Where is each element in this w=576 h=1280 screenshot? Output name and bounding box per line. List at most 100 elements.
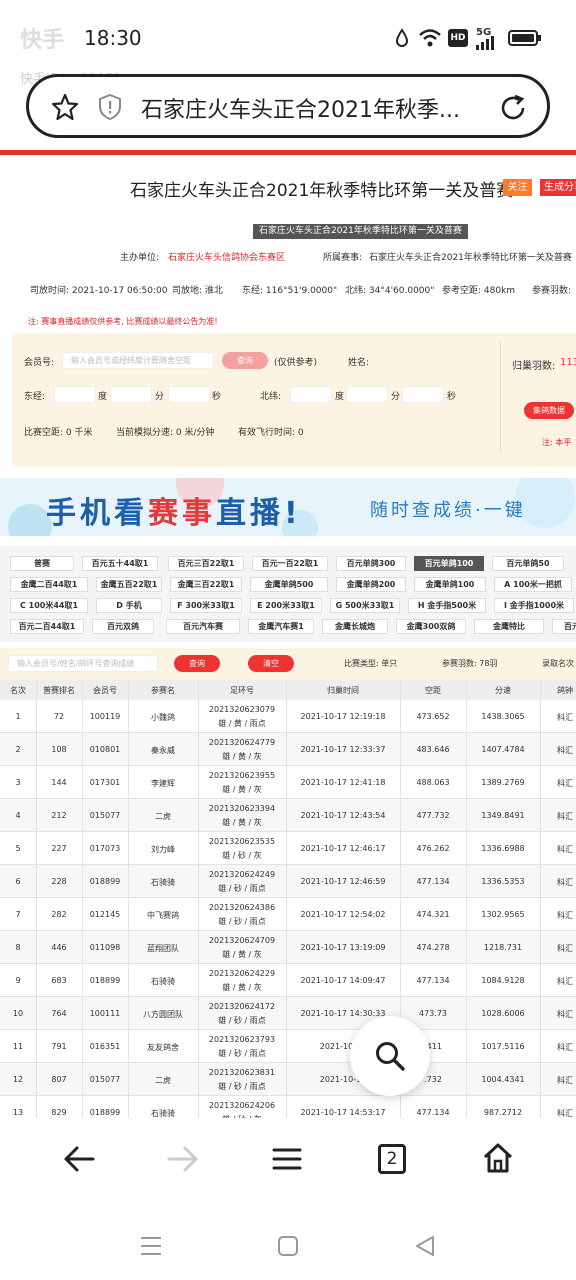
recent-apps-icon[interactable] [140, 1236, 162, 1256]
tabs-counter-button[interactable]: 2 [378, 1144, 406, 1174]
lat-deg-input[interactable] [290, 386, 332, 403]
table-row[interactable]: 2 108 010801 秦永威 2021320624779 雄 / 黄 / 灰 2021-… [0, 733, 576, 766]
table-header: 名次 普赛排名 会员号 参赛名 足环号 归巢时间 空距 分速 鸽钟 [0, 680, 576, 700]
member-query-button[interactable]: 查询 [222, 352, 268, 369]
lat-sec-input[interactable] [402, 386, 444, 403]
category-tab[interactable]: A 100米一把抓 [494, 577, 572, 592]
entries-count: 参赛羽数: 78羽 [442, 659, 498, 668]
category-tab[interactable]: 金鹰单鸽200 [336, 577, 406, 592]
table-cell: 石骑骑 [151, 977, 175, 986]
panel-divider [500, 341, 501, 453]
table-cell: 石骑骑 [151, 878, 175, 887]
hd-icon: HD [448, 29, 468, 47]
table-row[interactable]: 5 227 017073 刘力峰 2021320623535 雄 / 砂 / 灰 2021-… [0, 832, 576, 865]
collect-data-button[interactable]: 集鸽数据 [524, 402, 574, 419]
category-tab[interactable]: D 手机 [96, 598, 162, 613]
table-cell: 雄 / 黄 / 灰 [222, 818, 262, 827]
home-icon[interactable] [482, 1142, 514, 1174]
lon-min-input[interactable] [110, 386, 152, 403]
table-row[interactable]: 1 72 100119 小魏鸽 2021320623079 雄 / 黄 / 雨点 2021-… [0, 700, 576, 733]
category-tab[interactable]: 金鹰汽车赛1 [248, 619, 314, 634]
category-tab[interactable]: 普赛 [10, 556, 74, 571]
category-tab[interactable]: 金鹰300双鸽 [396, 619, 466, 634]
table-cell: 1084.9128 [481, 976, 525, 985]
category-tab[interactable]: 金鹰二百44取1 [10, 577, 88, 592]
table-row[interactable]: 10 764 100111 八方圆团队 2021320624172 雄 / 砂 / 雨点 2… [0, 997, 576, 1030]
category-tab[interactable]: I 金手指1000米 [494, 598, 574, 613]
category-tab[interactable]: F 300米33取1 [170, 598, 242, 613]
category-tab[interactable]: 百元五十44取1 [82, 556, 158, 571]
column-header: 名次 [10, 686, 26, 695]
table-row[interactable]: 4 212 015077 二虎 2021320623394 雄 / 黄 / 灰 2021-1… [0, 799, 576, 832]
lon-label: 东经: [24, 392, 46, 402]
table-cell: 雄 / 黄 / 灰 [222, 983, 262, 992]
table-cell: 2021320624779 [208, 738, 276, 747]
category-tab[interactable]: 金鹰特比 [474, 619, 544, 634]
category-tab[interactable]: 百元一百22取1 [252, 556, 328, 571]
member-input[interactable]: 输入会员号或经纬度计算随舍空距 [62, 352, 214, 369]
live-ad-banner[interactable]: 手机看赛事直播! 随时查成绩·一键 [0, 478, 576, 536]
category-tab[interactable]: 百元二百44取1 [10, 619, 84, 634]
shield-icon[interactable] [97, 93, 123, 121]
table-row[interactable]: 12 807 015077 二虎 2021320623831 雄 / 砂 / 雨点 2021… [0, 1063, 576, 1096]
category-tab[interactable]: 百元 [552, 619, 576, 634]
lon-sec-input[interactable] [168, 386, 210, 403]
category-tab[interactable]: 金鹰长城炮 [322, 619, 388, 634]
category-tab[interactable]: 金鹰五百22取1 [96, 577, 162, 592]
category-tab[interactable]: 百元双鸽 [92, 619, 154, 634]
category-tab[interactable]: H 金手指500米 [408, 598, 486, 613]
category-tab[interactable]: C 100米44取1 [10, 598, 88, 613]
status-time: 18:30 [84, 26, 142, 50]
table-row[interactable]: 3 144 017301 李建辉 2021320623955 雄 / 黄 / 灰 2021-… [0, 766, 576, 799]
column-header: 足环号 [230, 686, 254, 695]
lon-deg-input[interactable] [54, 386, 96, 403]
table-cell: 683 [51, 976, 67, 985]
forward-arrow-icon[interactable] [166, 1144, 200, 1174]
category-tab[interactable]: 百元单鸽100 [414, 556, 484, 571]
category-tab[interactable]: 百元三百22取1 [168, 556, 244, 571]
status-bar: 快手 18:30 快手ID:qv01081 HD 5G [0, 0, 576, 87]
table-row[interactable]: 6 228 018899 石骑骑 2021320624249 雄 / 砂 / 雨点 2021… [0, 865, 576, 898]
name-label: 姓名: [348, 358, 370, 368]
table-cell: 秦永威 [151, 746, 175, 755]
category-tab[interactable]: E 200米33取1 [250, 598, 322, 613]
category-tab[interactable]: 百元单鸽50 [492, 556, 564, 571]
floating-search-button[interactable] [350, 1016, 430, 1096]
table-row[interactable]: 11 791 016351 友友鸽舍 2021320623793 雄 / 砂 / 雨点 20… [0, 1030, 576, 1063]
table-cell: 6 [15, 877, 21, 886]
share-button[interactable]: 生成分享 [540, 179, 576, 196]
table-row[interactable]: 9 683 018899 石骑骑 2021320624229 雄 / 黄 / 灰 2021-… [0, 964, 576, 997]
category-tab[interactable]: 金鹰三百22取1 [170, 577, 242, 592]
home-button-icon[interactable] [278, 1236, 298, 1256]
follow-button[interactable]: 关注 [503, 179, 532, 196]
table-cell: 雄 / 砂 / 雨点 [218, 1049, 266, 1058]
table-cell: 雄 / 砂 / 雨点 [218, 1016, 266, 1025]
category-tab[interactable]: 百元汽车赛 [166, 619, 240, 634]
category-tab[interactable]: 金鹰单鸽100 [414, 577, 486, 592]
table-row[interactable]: 8 446 011098 蓝翔团队 2021320624709 雄 / 黄 / 灰 2021… [0, 931, 576, 964]
menu-icon[interactable] [272, 1146, 302, 1172]
category-tab[interactable]: G 500米33取1 [330, 598, 400, 613]
address-bar[interactable]: 石家庄火车头正合2021年秋季... [26, 74, 550, 138]
member-search-panel: 会员号: 输入会员号或经纬度计算随舍空距 查询 (仅供参考) 姓名: 归巢羽数:… [12, 333, 576, 467]
table-cell: 科汇 [557, 746, 573, 755]
star-icon[interactable] [51, 93, 79, 121]
results-search-input[interactable]: 输入会员号/姓名/鸽环号查询成绩 [8, 655, 158, 672]
system-nav-bar [0, 1204, 576, 1280]
category-tab[interactable]: 金鹰单鸽500 [250, 577, 328, 592]
back-button-icon[interactable] [414, 1235, 436, 1257]
results-query-button[interactable]: 查询 [174, 655, 220, 672]
category-tab[interactable]: 百元单鸽300 [336, 556, 406, 571]
table-row[interactable]: 7 282 012145 中飞赛鸽 2021320624386 雄 / 砂 / 雨点 202… [0, 898, 576, 931]
back-arrow-icon[interactable] [62, 1144, 96, 1174]
table-cell: 2021320624206 [208, 1101, 276, 1110]
results-clear-button[interactable]: 清空 [248, 655, 294, 672]
column-header: 参赛名 [151, 686, 175, 695]
homing-label: 归巢羽数: [512, 361, 556, 372]
organizer-link[interactable]: 石家庄火车头信鸽协会东赛区 [168, 250, 285, 263]
column-header: 空距 [425, 686, 441, 695]
refresh-icon[interactable] [499, 93, 529, 123]
lat-min-input[interactable] [346, 386, 388, 403]
table-cell: 1407.4784 [481, 745, 525, 754]
page-title-tab[interactable]: 石家庄火车头正合2021年秋季... [141, 92, 460, 124]
